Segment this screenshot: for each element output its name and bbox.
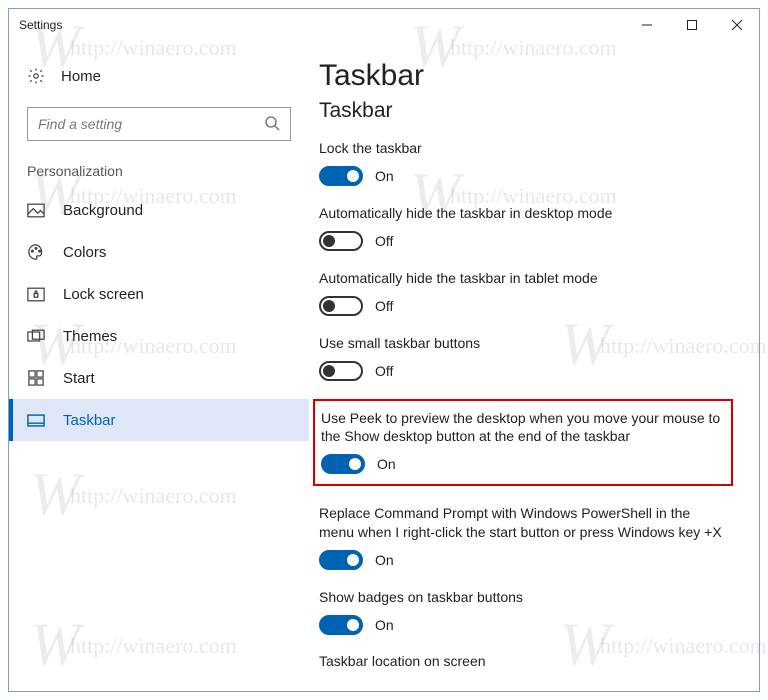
heading-taskbar-location: Taskbar location on screen: [319, 653, 739, 669]
setting-label: Automatically hide the taskbar in tablet…: [319, 269, 729, 288]
setting-lock-taskbar: Lock the taskbar On: [319, 139, 729, 186]
home-button[interactable]: Home: [9, 59, 309, 93]
titlebar: Settings: [9, 9, 759, 41]
close-button[interactable]: [714, 9, 759, 41]
setting-label: Automatically hide the taskbar in deskto…: [319, 204, 729, 223]
window-title: Settings: [19, 18, 62, 32]
setting-label: Use small taskbar buttons: [319, 334, 729, 353]
themes-icon: [27, 327, 45, 345]
toggle-state: On: [375, 552, 394, 568]
toggle-state: Off: [375, 298, 393, 314]
search-icon: [264, 115, 280, 134]
sidebar-item-label: Taskbar: [63, 412, 116, 429]
window-controls: [624, 9, 759, 41]
toggle-state: On: [377, 456, 396, 472]
setting-label: Show badges on taskbar buttons: [319, 588, 729, 607]
gear-icon: [27, 67, 45, 85]
sidebar-item-start[interactable]: Start: [9, 357, 309, 399]
toggle-autohide-tablet[interactable]: [319, 296, 363, 316]
sidebar-item-taskbar[interactable]: Taskbar: [9, 399, 309, 441]
setting-label: Lock the taskbar: [319, 139, 729, 158]
minimize-button[interactable]: [624, 9, 669, 41]
content-area: Home Personalization Background: [9, 41, 759, 691]
main-panel: Taskbar Taskbar Lock the taskbar On Auto…: [309, 41, 759, 691]
setting-small-buttons: Use small taskbar buttons Off: [319, 334, 729, 381]
setting-powershell: Replace Command Prompt with Windows Powe…: [319, 504, 729, 570]
setting-autohide-tablet: Automatically hide the taskbar in tablet…: [319, 269, 729, 316]
search-box[interactable]: [27, 107, 291, 141]
sidebar-item-label: Themes: [63, 328, 117, 345]
sidebar-item-label: Colors: [63, 244, 106, 261]
toggle-powershell[interactable]: [319, 550, 363, 570]
setting-autohide-desktop: Automatically hide the taskbar in deskto…: [319, 204, 729, 251]
search-input[interactable]: [38, 116, 264, 132]
sub-title: Taskbar: [319, 99, 739, 123]
toggle-small-buttons[interactable]: [319, 361, 363, 381]
toggle-badges[interactable]: [319, 615, 363, 635]
category-label: Personalization: [9, 163, 309, 189]
page-title: Taskbar: [319, 59, 739, 93]
taskbar-icon: [27, 411, 45, 429]
sidebar-item-background[interactable]: Background: [9, 189, 309, 231]
lock-icon: [27, 285, 45, 303]
toggle-state: Off: [375, 363, 393, 379]
sidebar-item-label: Background: [63, 202, 143, 219]
toggle-state: On: [375, 168, 394, 184]
toggle-autohide-desktop[interactable]: [319, 231, 363, 251]
maximize-button[interactable]: [669, 9, 714, 41]
sidebar: Home Personalization Background: [9, 41, 309, 691]
setting-label: Use Peek to preview the desktop when you…: [321, 409, 721, 447]
image-icon: [27, 201, 45, 219]
toggle-lock-taskbar[interactable]: [319, 166, 363, 186]
settings-window: Settings Home: [8, 8, 760, 692]
start-icon: [27, 369, 45, 387]
toggle-state: On: [375, 617, 394, 633]
toggle-peek-desktop[interactable]: [321, 454, 365, 474]
sidebar-item-colors[interactable]: Colors: [9, 231, 309, 273]
sidebar-item-themes[interactable]: Themes: [9, 315, 309, 357]
toggle-state: Off: [375, 233, 393, 249]
setting-peek-desktop: Use Peek to preview the desktop when you…: [313, 399, 733, 487]
setting-badges: Show badges on taskbar buttons On: [319, 588, 729, 635]
setting-label: Replace Command Prompt with Windows Powe…: [319, 504, 729, 542]
home-label: Home: [61, 68, 101, 85]
sidebar-item-label: Lock screen: [63, 286, 144, 303]
sidebar-item-label: Start: [63, 370, 95, 387]
palette-icon: [27, 243, 45, 261]
sidebar-item-lock-screen[interactable]: Lock screen: [9, 273, 309, 315]
